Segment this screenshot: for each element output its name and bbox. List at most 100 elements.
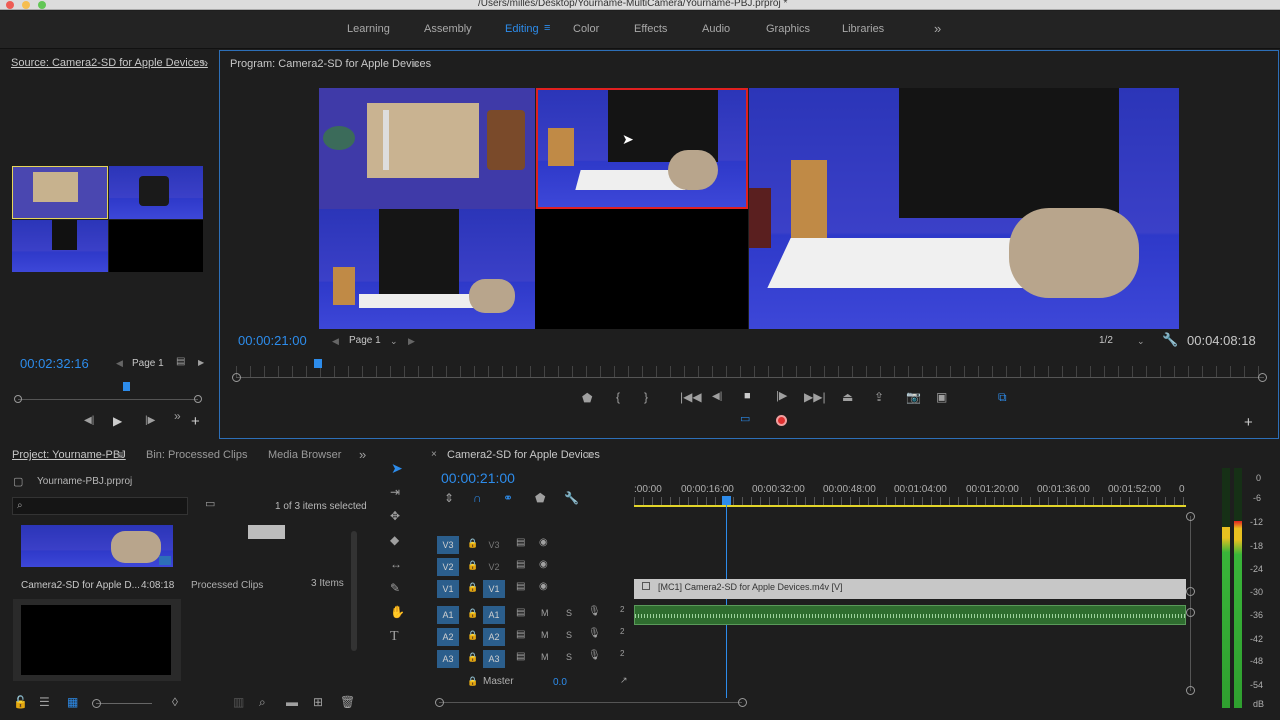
page-prev-icon[interactable]: ◀	[116, 359, 123, 368]
program-time-ruler[interactable]	[236, 366, 1264, 378]
add-marker-icon[interactable]: ⬟	[582, 392, 592, 404]
page-next-icon[interactable]: ▶	[198, 359, 204, 367]
add-marker-icon[interactable]: ⬟	[535, 492, 545, 504]
workspace-assembly[interactable]: Assembly	[424, 23, 472, 35]
find-icon[interactable]: ⌕	[259, 696, 266, 708]
program-page-label[interactable]: Page 1	[349, 335, 381, 346]
ripple-edit-tool-icon[interactable]: ✥	[390, 510, 400, 522]
mark-in-icon[interactable]: {	[616, 391, 620, 403]
hand-tool-icon[interactable]: ✋	[390, 606, 405, 618]
sync-lock-icon[interactable]: ▤	[516, 560, 525, 570]
video-clip[interactable]: [MC1] Camera2-SD for Apple Devices.m4v […	[634, 579, 1186, 599]
workspace-audio[interactable]: Audio	[702, 23, 730, 35]
project-search-input[interactable]: ⌕	[12, 497, 188, 515]
new-bin-icon[interactable]: ▬	[286, 696, 298, 708]
export-frame-camera-icon[interactable]: 📷	[906, 391, 921, 403]
program-page-dropdown-icon[interactable]: ⌄	[390, 337, 398, 346]
lock-master-icon[interactable]: 🔒	[467, 677, 478, 686]
master-volume-value[interactable]: 0.0	[553, 677, 567, 688]
program-camera1-view[interactable]	[319, 88, 535, 209]
source-playhead[interactable]	[123, 382, 130, 391]
transmit-icon[interactable]: ▭	[740, 414, 750, 425]
lock-track-icon[interactable]: 🔒	[467, 631, 478, 640]
sync-lock-icon[interactable]: ▤	[516, 582, 525, 592]
timeline-horizontal-scrollbar[interactable]	[439, 702, 742, 703]
step-forward-icon[interactable]: |▶	[145, 416, 155, 426]
v2-target[interactable]: V2	[483, 558, 505, 576]
program-camera2-view-active[interactable]: ➤	[536, 88, 748, 209]
step-forward-icon[interactable]: |▶	[776, 391, 787, 402]
workspace-color[interactable]: Color	[573, 23, 599, 35]
workspace-editing[interactable]: Editing	[505, 23, 539, 35]
razor-tool-icon[interactable]: ◆	[390, 534, 399, 546]
solo-button[interactable]: S	[566, 653, 572, 662]
sync-lock-icon[interactable]: ▤	[516, 652, 525, 662]
sort-icon[interactable]: ◊	[172, 696, 178, 708]
new-item-icon[interactable]: ⊞	[313, 696, 323, 708]
thumbnail-size-slider[interactable]	[96, 703, 152, 704]
new-search-bin-icon[interactable]: ▭	[205, 499, 215, 510]
mute-button[interactable]: M	[541, 631, 549, 640]
toggle-multicam-icon[interactable]: ⧉	[998, 391, 1007, 403]
eye-icon[interactable]: ◉	[539, 538, 548, 548]
program-page-next-icon[interactable]: ▶	[408, 337, 415, 346]
v-scroll-handle[interactable]	[1186, 608, 1195, 617]
v-scroll-handle-bottom[interactable]	[1186, 686, 1195, 695]
timeline-timecode[interactable]: 00:00:21:00	[441, 470, 515, 486]
source-timecode[interactable]: 00:02:32:16	[20, 356, 89, 371]
program-camera4-view[interactable]	[535, 209, 748, 329]
a3-source-patch[interactable]: A3	[437, 650, 459, 668]
lock-track-icon[interactable]: 🔒	[467, 539, 478, 548]
master-goto-icon[interactable]: ↗	[620, 676, 628, 685]
bin-thumbnail[interactable]	[248, 525, 285, 539]
multi-camera-view-icon[interactable]: ▣	[936, 391, 947, 403]
eye-icon[interactable]: ◉	[539, 560, 548, 570]
microphone-icon[interactable]: 🎙	[588, 651, 601, 661]
go-to-out-icon[interactable]: ▶▶|	[804, 391, 826, 403]
clip-name[interactable]: Camera2-SD for Apple D...	[21, 580, 140, 591]
mute-button[interactable]: M	[541, 609, 549, 618]
v2-source-patch[interactable]: V2	[437, 558, 459, 576]
automate-to-sequence-icon[interactable]: ▥	[233, 696, 244, 708]
project-menu-icon[interactable]: ≡	[117, 449, 124, 461]
lock-track-icon[interactable]: 🔒	[467, 653, 478, 662]
pen-tool-icon[interactable]: ✎	[390, 582, 400, 594]
program-timecode[interactable]: 00:00:21:00	[238, 333, 307, 348]
minimize-window-button[interactable]	[22, 1, 30, 9]
sequence-name[interactable]: Camera2-SD for Apple Devices	[447, 449, 600, 461]
source-camera2-thumbnail[interactable]	[109, 166, 203, 219]
v3-target[interactable]: V3	[483, 536, 505, 554]
go-to-in-icon[interactable]: |◀◀	[680, 391, 702, 403]
snap-icon[interactable]: ∩	[473, 492, 482, 504]
clip-item-card[interactable]	[13, 599, 181, 681]
overflow-controls-icon[interactable]: »	[174, 410, 181, 422]
trash-icon[interactable]: 🗑	[340, 696, 355, 708]
timeline-vertical-scrollbar[interactable]	[1190, 516, 1191, 691]
step-back-icon[interactable]: ◀|	[712, 392, 722, 402]
zoom-window-button[interactable]	[38, 1, 46, 9]
v3-source-patch[interactable]: V3	[437, 536, 459, 554]
clip-thumbnail[interactable]	[21, 525, 173, 567]
workspace-effects[interactable]: Effects	[634, 23, 667, 35]
playback-resolution-select[interactable]: 1/2	[1099, 335, 1113, 346]
wrench-icon[interactable]: 🔧	[1162, 333, 1178, 346]
track-select-tool-icon[interactable]: ⇥	[390, 486, 400, 498]
microphone-icon[interactable]: 🎙	[588, 607, 601, 617]
program-page-prev-icon[interactable]: ◀	[332, 337, 339, 346]
a1-target[interactable]: A1	[483, 606, 505, 624]
add-button-icon[interactable]: +	[1244, 415, 1253, 430]
lock-track-icon[interactable]: 🔒	[467, 583, 478, 592]
tab-bin-processed-clips[interactable]: Bin: Processed Clips	[146, 449, 248, 461]
workspace-graphics[interactable]: Graphics	[766, 23, 810, 35]
sync-lock-icon[interactable]: ▤	[516, 630, 525, 640]
list-view-icon[interactable]: ☰	[39, 696, 50, 708]
project-scrollbar[interactable]	[351, 531, 357, 651]
program-playhead[interactable]	[314, 359, 322, 368]
source-monitor-title[interactable]: Source: Camera2-SD for Apple Devices.	[11, 57, 208, 69]
sync-lock-icon[interactable]: ▤	[516, 608, 525, 618]
extract-icon[interactable]: ⇪	[874, 391, 884, 403]
h-scroll-handle-left[interactable]	[435, 698, 444, 707]
program-zoom-handle-left[interactable]	[232, 373, 241, 382]
v1-target[interactable]: V1	[483, 580, 505, 598]
v1-source-patch[interactable]: V1	[437, 580, 459, 598]
